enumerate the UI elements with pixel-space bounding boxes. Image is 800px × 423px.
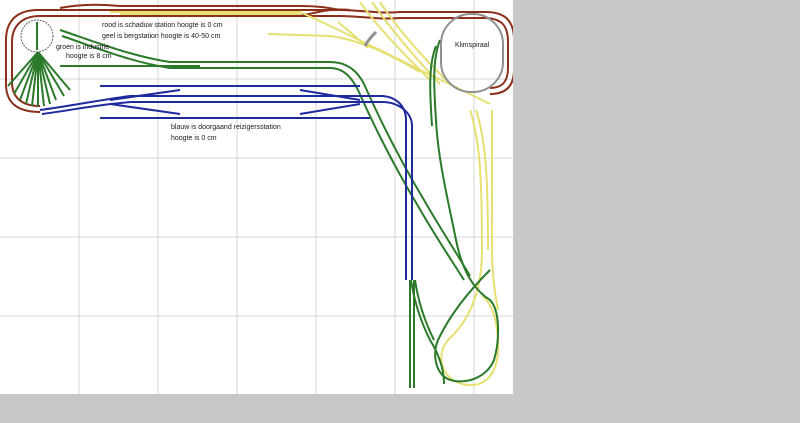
- yellow-track-network: [110, 1, 500, 387]
- green-track-network: [7, 29, 500, 388]
- legend-green-height-label: hoogte is 8 cm: [66, 53, 112, 60]
- legend-blue-label: blauw is doorgaand reizigersstation: [171, 124, 281, 131]
- legend-green-label: groen is industrie: [56, 44, 110, 51]
- track-plan-canvas: rood is schaduw station hoogte is 0 cm g…: [0, 0, 513, 394]
- blue-track-network: [39, 85, 413, 280]
- climbing-spiral-label: Klimspiraal: [455, 42, 490, 49]
- legend-yellow-label: geel is bergstation hoogte is 40-50 cm: [102, 33, 221, 40]
- turntable-icon: [20, 19, 54, 53]
- legend-red-label: rood is schaduw station hoogte is 0 cm: [102, 22, 223, 29]
- legend-blue-height-label: hoogte is 0 cm: [171, 135, 217, 142]
